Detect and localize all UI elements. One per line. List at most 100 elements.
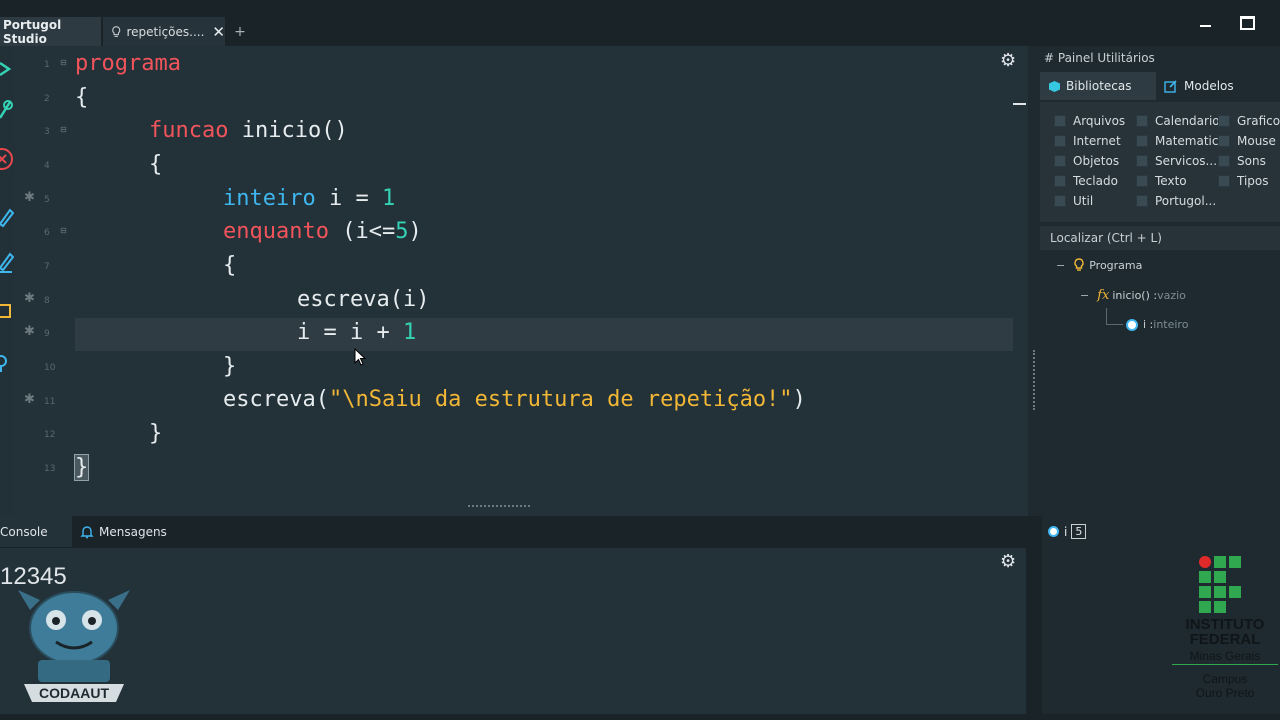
- tab-modelos[interactable]: Modelos: [1160, 72, 1280, 100]
- library-item[interactable]: Matematica: [1136, 134, 1226, 148]
- checkbox[interactable]: [1136, 195, 1148, 207]
- tree-type: vazio: [1157, 289, 1186, 302]
- checkbox[interactable]: [1054, 195, 1066, 207]
- code-number: 1: [381, 186, 396, 211]
- library-item[interactable]: Calendario: [1136, 114, 1220, 128]
- debug-step-icon[interactable]: [0, 96, 14, 122]
- checkbox[interactable]: [1136, 135, 1148, 147]
- code-line: enquanto (i<=5): [223, 219, 422, 244]
- code-line: }: [149, 421, 162, 446]
- fold-icon[interactable]: ⊟: [60, 226, 67, 235]
- code-keyword: enquanto: [223, 219, 329, 244]
- help-icon[interactable]: [0, 350, 14, 376]
- code-line: {: [75, 85, 88, 110]
- tab-bibliotecas[interactable]: Bibliotecas: [1040, 72, 1156, 100]
- code-text: (i<=: [328, 219, 396, 244]
- app-name: Portugol Studio: [3, 17, 62, 46]
- code-line: }: [223, 354, 236, 379]
- checkbox[interactable]: [1136, 115, 1148, 127]
- maximize-window-icon[interactable]: [1240, 14, 1255, 30]
- library-label: Portugol...: [1155, 194, 1217, 208]
- search-field[interactable]: Localizar (Ctrl + L): [1040, 226, 1280, 250]
- breakpoint-icon[interactable]: ✱: [24, 324, 35, 339]
- tree-item-program[interactable]: − Programa: [1056, 258, 1142, 272]
- line-number: 3: [44, 127, 50, 137]
- run-icon[interactable]: [0, 56, 14, 82]
- code-type: inteiro: [223, 186, 316, 211]
- checkbox[interactable]: [1054, 135, 1066, 147]
- console-output-area[interactable]: [0, 548, 1026, 714]
- tree-item-function[interactable]: − fx inicio() : vazio: [1080, 288, 1186, 303]
- code-text: {: [149, 152, 163, 177]
- checkbox[interactable]: [1218, 175, 1230, 187]
- breakpoint-icon[interactable]: ✱: [24, 291, 35, 306]
- splitter-handle[interactable]: [1033, 350, 1037, 410]
- library-item[interactable]: Graficos: [1218, 114, 1280, 128]
- library-item[interactable]: Mouse: [1218, 134, 1276, 148]
- tab-messages[interactable]: Mensagens: [76, 516, 186, 547]
- library-item[interactable]: Internet: [1054, 134, 1121, 148]
- editor-settings-gear-icon[interactable]: ⚙: [1000, 50, 1016, 71]
- current-line-highlight: [75, 318, 1013, 351]
- library-item[interactable]: Teclado: [1054, 174, 1118, 188]
- library-item[interactable]: Objetos: [1054, 154, 1119, 168]
- library-label: Util: [1073, 194, 1094, 208]
- fold-icon[interactable]: ⊟: [60, 125, 67, 134]
- tab-home[interactable]: Portugol Studio: [0, 17, 101, 46]
- lightbulb-icon: [1074, 258, 1084, 271]
- edit-icon[interactable]: [0, 202, 14, 228]
- checkbox[interactable]: [1136, 155, 1148, 167]
- save-as-icon[interactable]: [0, 248, 14, 274]
- checkbox[interactable]: [1218, 155, 1230, 167]
- code-editor[interactable]: 1 ⊟ 2 3 ⊟ 4 ✱ 5 6 ⊟ 7 ✱ 8 ✱ 9 10 ✱ 11 12…: [14, 46, 1028, 516]
- variable-icon: [1048, 526, 1059, 537]
- code-text: }: [73, 454, 90, 481]
- ifmg-name-line2: FEDERAL: [1189, 631, 1261, 648]
- code-number: 1: [402, 320, 417, 345]
- library-item[interactable]: Sons: [1218, 154, 1266, 168]
- library-item[interactable]: Util: [1054, 194, 1093, 208]
- close-icon[interactable]: ✕: [212, 23, 225, 41]
- library-label: Mouse: [1237, 134, 1276, 148]
- checkbox[interactable]: [1054, 155, 1066, 167]
- checkbox[interactable]: [1218, 115, 1230, 127]
- collapse-icon[interactable]: −: [1056, 259, 1065, 272]
- bell-icon: [80, 525, 94, 538]
- ifmg-campus-line1: Campus: [1202, 672, 1248, 686]
- library-item[interactable]: Tipos: [1218, 174, 1269, 188]
- fold-icon[interactable]: ⊟: [60, 58, 67, 67]
- breakpoint-icon[interactable]: ✱: [24, 392, 35, 407]
- line-number: 13: [44, 464, 56, 474]
- library-item[interactable]: Texto: [1136, 174, 1187, 188]
- minimize-window-icon[interactable]: [1200, 14, 1211, 27]
- checkbox[interactable]: [1136, 175, 1148, 187]
- tab-console[interactable]: Console: [0, 516, 72, 547]
- library-item[interactable]: Arquivos: [1054, 114, 1125, 128]
- new-tab-button[interactable]: +: [228, 17, 252, 46]
- tree-item-variable[interactable]: i : inteiro: [1126, 318, 1188, 331]
- line-number: 11: [44, 397, 56, 407]
- library-item[interactable]: Servicos...: [1136, 154, 1217, 168]
- function-icon: fx: [1097, 288, 1110, 303]
- code-text: i =: [315, 186, 382, 211]
- library-item[interactable]: Portugol...: [1136, 194, 1216, 208]
- checkbox[interactable]: [1218, 135, 1230, 147]
- tab-file[interactable]: repetições.... ✕: [103, 17, 225, 46]
- checkbox[interactable]: [1054, 175, 1066, 187]
- collapse-icon[interactable]: −: [1080, 289, 1089, 302]
- code-line: {: [149, 152, 162, 177]
- splitter-handle[interactable]: [468, 505, 530, 509]
- code-line: }: [73, 454, 90, 481]
- stop-icon[interactable]: [0, 146, 14, 172]
- variable-watch[interactable]: i 5: [1048, 524, 1087, 539]
- variable-icon: [1126, 318, 1138, 331]
- tab-label: Mensagens: [99, 524, 167, 539]
- collapse-panel-icon[interactable]: [1013, 103, 1026, 105]
- tree-type: inteiro: [1153, 318, 1189, 331]
- tab-label: Bibliotecas: [1066, 79, 1132, 93]
- line-number: 7: [44, 262, 50, 272]
- breakpoint-icon[interactable]: ✱: [24, 190, 35, 205]
- checkbox[interactable]: [1054, 115, 1066, 127]
- folder-icon[interactable]: [0, 298, 14, 324]
- console-settings-gear-icon[interactable]: ⚙: [1000, 551, 1016, 572]
